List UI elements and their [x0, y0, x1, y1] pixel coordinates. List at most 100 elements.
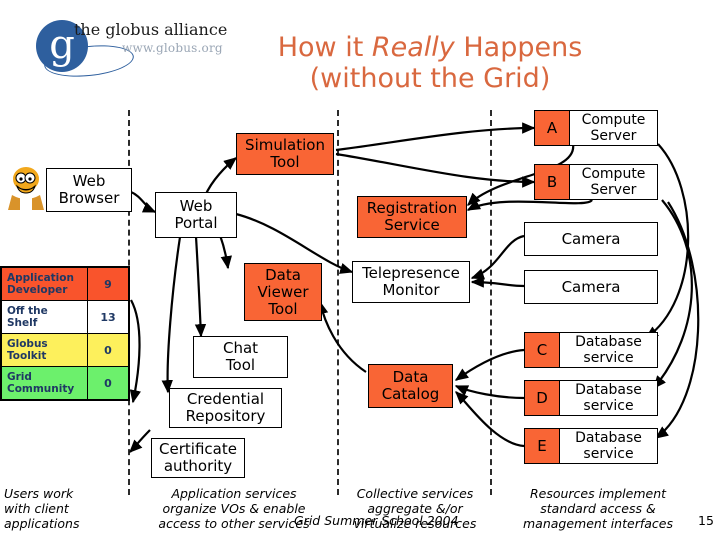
caption-client-line3: applications [4, 516, 80, 531]
stats-count-application-developer: 9 [87, 266, 130, 301]
node-data-viewer-tool[interactable]: Data Viewer Tool [244, 263, 322, 321]
node-chat-tool-line1: Chat [222, 339, 259, 357]
caption-application-line2: organize VOs & enable [162, 501, 306, 516]
software-origin-table: Application Developer 9 Off the Shelf 13… [0, 266, 130, 401]
node-data-catalog-line2: Catalog [381, 385, 440, 403]
stats-label-1-line1: Off the [7, 305, 48, 317]
resource-tag-a: A [535, 111, 570, 145]
node-telepresence-monitor-line2: Monitor [382, 281, 440, 299]
resource-label-a-line1: Compute [581, 112, 646, 128]
caption-client: Users work with client applications [4, 486, 126, 531]
node-database-service-e[interactable]: E Database service [524, 428, 658, 464]
node-data-viewer-tool-line3: Tool [268, 299, 298, 318]
node-camera-1[interactable]: Camera [524, 222, 658, 256]
table-row: Application Developer 9 [0, 266, 130, 301]
resource-tag-c: C [525, 333, 560, 367]
caption-client-line1: Users work [4, 486, 74, 501]
node-certificate-authority-line1: Certificate [159, 440, 237, 458]
node-registration-service[interactable]: Registration Service [357, 196, 467, 238]
resource-label-a: Compute Server [570, 111, 657, 145]
caption-resource-line3: management interfaces [523, 516, 673, 531]
resource-label-c-line1: Database [575, 334, 642, 350]
resource-label-d-line1: Database [575, 382, 642, 398]
node-data-catalog-line1: Data [392, 368, 429, 386]
node-data-catalog[interactable]: Data Catalog [368, 364, 453, 408]
table-row: Grid Community 0 [0, 366, 130, 401]
slide-page-number: 15 [698, 513, 714, 528]
resource-label-c-line2: service [583, 350, 634, 366]
caption-resource-line1: Resources implement [529, 486, 667, 501]
stats-label-3-line2: Community [7, 383, 75, 395]
node-credential-repository-line1: Credential [186, 390, 265, 408]
resource-label-c: Database service [560, 333, 657, 367]
caption-application-line3: access to other services [158, 516, 310, 531]
resource-label-e-line1: Database [575, 430, 642, 446]
stats-label-1-line2: Shelf [7, 317, 38, 329]
node-certificate-authority-line2: authority [163, 457, 233, 475]
node-chat-tool-line2: Tool [225, 356, 256, 374]
column-divider-3 [490, 110, 492, 495]
resource-label-e-line2: service [583, 446, 634, 462]
stats-label-0-line2: Developer [7, 284, 68, 296]
caption-collective-line1: Collective services [356, 486, 474, 501]
node-data-viewer-tool-line1: Data [265, 265, 301, 284]
node-web-browser-line1: Web [72, 172, 106, 190]
node-compute-server-a[interactable]: A Compute Server [534, 110, 658, 146]
footer-event-label: Grid Summer School 2004 [294, 513, 459, 528]
node-camera-2[interactable]: Camera [524, 270, 658, 304]
resource-label-d-line2: service [583, 398, 634, 414]
stats-count-globus-toolkit: 0 [87, 333, 130, 367]
resource-label-a-line2: Server [590, 128, 637, 144]
resource-label-b-line2: Server [590, 182, 637, 198]
resource-label-b-line1: Compute [581, 166, 646, 182]
caption-resource-line2: standard access & [540, 501, 656, 516]
title-text-a: How it [277, 32, 372, 63]
title-text-emphasis: Really [371, 32, 455, 63]
node-web-portal[interactable]: Web Portal [155, 192, 237, 238]
stats-count-grid-community: 0 [87, 366, 130, 401]
caption-application-line1: Application services [171, 486, 297, 501]
node-simulation-tool[interactable]: Simulation Tool [236, 133, 334, 175]
stats-label-2-line2: Toolkit [7, 350, 47, 362]
caption-client-line2: with client [4, 501, 69, 516]
table-row: Off the Shelf 13 [0, 300, 130, 334]
stats-label-0-line1: Application [7, 272, 74, 284]
resource-tag-e: E [525, 429, 560, 463]
column-divider-2 [337, 110, 339, 495]
page-title-line1: How it Really Happens [150, 32, 710, 63]
stats-label-grid-community: Grid Community [0, 366, 88, 401]
node-telepresence-monitor[interactable]: Telepresence Monitor [352, 261, 470, 303]
page-title-line2: (without the Grid) [309, 63, 551, 94]
node-web-browser[interactable]: Web Browser [46, 168, 132, 212]
stats-count-off-the-shelf: 13 [87, 300, 130, 334]
node-certificate-authority[interactable]: Certificate authority [151, 438, 245, 478]
resource-label-e: Database service [560, 429, 657, 463]
user-avatar-icon [8, 167, 44, 210]
node-data-viewer-tool-line2: Viewer [257, 282, 309, 301]
page-title: How it Really Happens (without the Grid) [150, 32, 710, 94]
slide-canvas: g the globus alliance www.globus.org How… [0, 0, 720, 540]
node-telepresence-monitor-line1: Telepresence [362, 264, 460, 282]
table-row: Globus Toolkit 0 [0, 333, 130, 367]
node-simulation-tool-line1: Simulation [245, 136, 325, 154]
resource-tag-b: B [535, 165, 570, 199]
node-chat-tool[interactable]: Chat Tool [193, 336, 288, 378]
node-credential-repository-line2: Repository [185, 407, 266, 425]
node-web-portal-line2: Portal [174, 214, 218, 232]
resource-label-d: Database service [560, 381, 657, 415]
stats-label-application-developer: Application Developer [0, 266, 88, 301]
node-database-service-c[interactable]: C Database service [524, 332, 658, 368]
node-credential-repository[interactable]: Credential Repository [169, 388, 282, 428]
node-camera-1-label: Camera [561, 229, 621, 248]
node-camera-2-label: Camera [561, 277, 621, 296]
title-text-b: Happens [454, 32, 583, 63]
resource-tag-d: D [525, 381, 560, 415]
node-simulation-tool-line2: Tool [270, 153, 300, 171]
node-registration-service-line1: Registration [366, 199, 458, 217]
node-compute-server-b[interactable]: B Compute Server [534, 164, 658, 200]
node-registration-service-line2: Service [384, 216, 440, 234]
stats-label-2-line1: Globus [7, 338, 48, 350]
caption-resource: Resources implement standard access & ma… [498, 486, 698, 531]
node-web-portal-line1: Web [179, 197, 213, 215]
node-database-service-d[interactable]: D Database service [524, 380, 658, 416]
